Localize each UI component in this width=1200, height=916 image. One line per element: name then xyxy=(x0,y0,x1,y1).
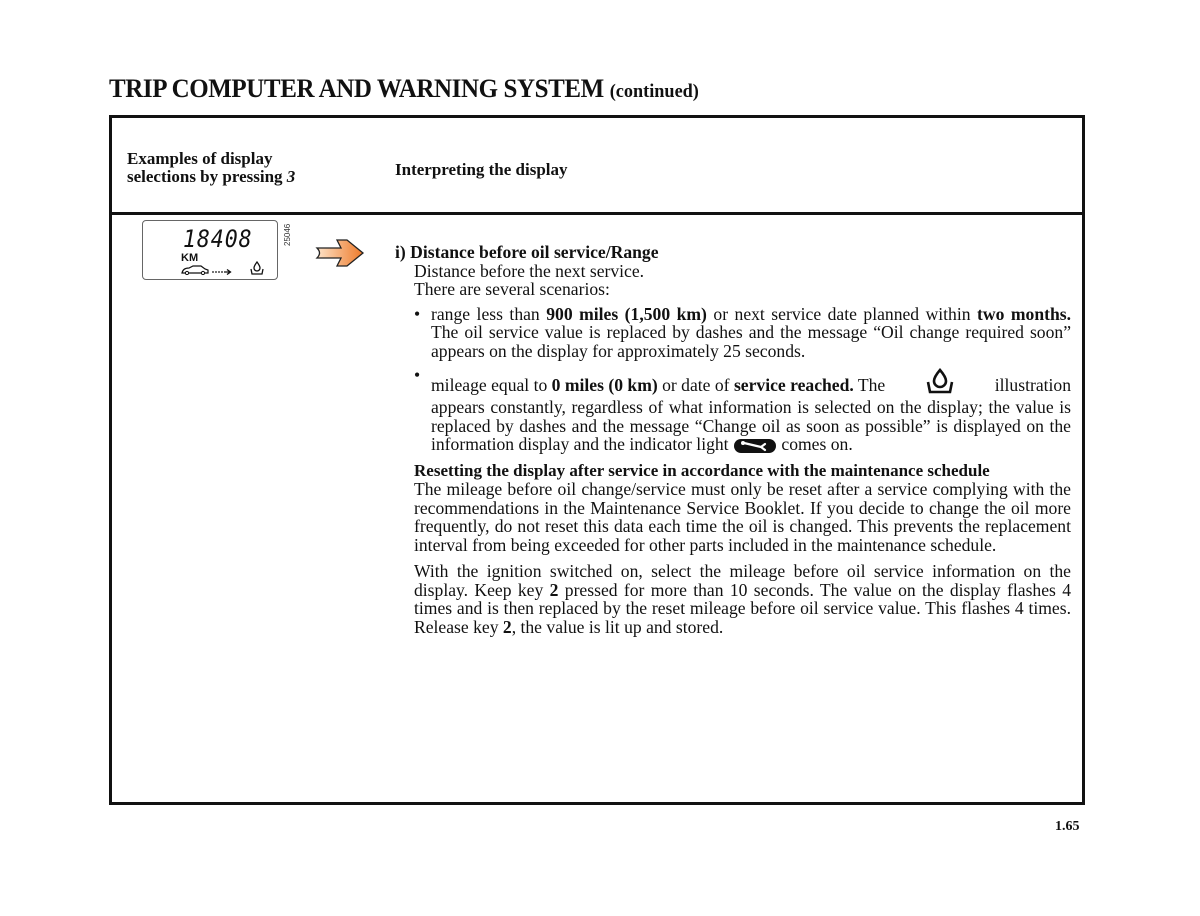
oil-service-icon xyxy=(250,261,264,275)
scenario-item-service-reached: mileage equal to 0 miles (0 km) or date … xyxy=(414,366,1071,454)
column-header-examples: Examples of display selections by pressi… xyxy=(127,150,367,186)
section-intro-1: Distance before the next service. xyxy=(414,260,645,281)
key-number: 2 xyxy=(502,616,512,637)
page-title: TRIP COMPUTER AND WARNING SYSTEM (contin… xyxy=(109,74,699,104)
section-title: i) Distance before oil service/Range xyxy=(395,242,659,262)
reset-paragraph-1: The mileage before oil change/service mu… xyxy=(414,479,1071,555)
scenario-emphasis: service reached. xyxy=(733,374,854,395)
scenario-first-line: mileage equal to 0 miles (0 km) or date … xyxy=(431,366,1071,394)
column-header-examples-line2: selections by pressing xyxy=(127,167,283,186)
scenario-text: comes on. xyxy=(781,434,853,454)
scenario-text: mileage equal to xyxy=(431,374,552,395)
scenario-emphasis: two months. xyxy=(977,303,1072,324)
scenario-text: or date of xyxy=(657,374,734,395)
scenario-item-range: range less than 900 miles (1,500 km) or … xyxy=(414,303,1072,361)
scenario-text: or next service date planned within xyxy=(706,303,978,324)
scenario-text: The oil service value is replaced by das… xyxy=(431,322,1071,361)
scenario-text: range less than xyxy=(431,303,547,324)
scenario-emphasis: 900 miles (1,500 km) xyxy=(546,303,707,324)
figure-reference: 25046 xyxy=(283,223,292,246)
scenario-list: range less than 900 miles (1,500 km) or … xyxy=(395,303,1072,454)
scenario-text: illustration xyxy=(994,374,1071,395)
key-number: 3 xyxy=(286,167,296,186)
service-wrench-warning-icon xyxy=(733,438,776,453)
page-title-main: TRIP COMPUTER AND WARNING SYSTEM xyxy=(109,74,604,103)
interpretation-content: i) Distance before oil service/Range Dis… xyxy=(395,243,1071,636)
column-header-interpreting: Interpreting the display xyxy=(395,160,568,179)
column-header-examples-line1: Examples of display xyxy=(127,149,273,168)
oil-service-icon xyxy=(926,368,954,394)
header-divider xyxy=(112,212,1082,215)
lcd-unit: KM xyxy=(181,252,199,264)
page-number: 1.65 xyxy=(1055,819,1080,834)
scenario-emphasis: 0 miles (0 km) xyxy=(551,374,658,395)
reset-text: , the value is lit up and stored. xyxy=(511,616,724,637)
orange-arrow-icon xyxy=(315,239,365,267)
section-intro-2: There are several scenarios: xyxy=(414,279,610,299)
content-table: Examples of display selections by pressi… xyxy=(109,115,1085,805)
scenario-text: The xyxy=(853,374,886,395)
reset-paragraph-2: With the ignition switched on, select th… xyxy=(395,562,1071,636)
car-distance-icon xyxy=(181,265,232,275)
lcd-display-illustration: 18408 KM xyxy=(142,220,278,280)
page-title-suffix: (continued) xyxy=(609,81,699,102)
reset-section-title: Resetting the display after service in a… xyxy=(414,460,990,480)
lcd-digits: 18408 xyxy=(183,225,253,253)
